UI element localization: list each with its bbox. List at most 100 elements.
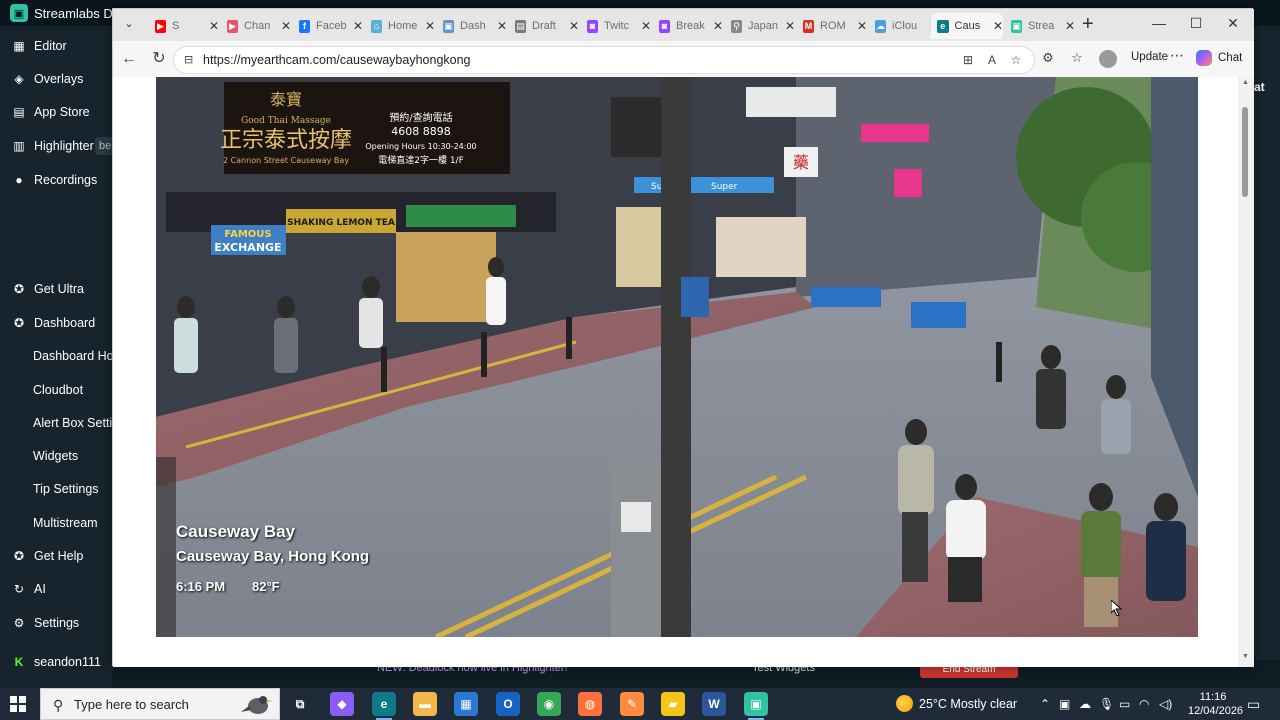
- browser-tab[interactable]: ☁iClou✕: [869, 13, 939, 39]
- webcam-video[interactable]: 泰寶 Good Thai Massage 正宗泰式按摩 2 Cannon Str…: [156, 77, 1198, 637]
- task-view-icon[interactable]: ⧉: [288, 692, 312, 716]
- copilot-chat-button[interactable]: Chat: [1196, 50, 1242, 66]
- sidebar-item-editor[interactable]: ▦ Editor: [0, 35, 112, 57]
- taskbar-search-box[interactable]: ⚲ Type here to search: [40, 688, 280, 720]
- microphone-icon[interactable]: 🎙: [1099, 697, 1114, 711]
- app-available-icon[interactable]: ⊞: [960, 53, 976, 69]
- copilot-icon[interactable]: ◆: [330, 692, 354, 716]
- scrollbar-thumb[interactable]: [1242, 107, 1248, 197]
- profile-avatar[interactable]: [1099, 50, 1117, 68]
- sidebar-item-label: Get Help: [34, 549, 84, 563]
- search-placeholder: Type here to search: [74, 697, 189, 712]
- favorites-icon[interactable]: ☆: [1068, 50, 1086, 68]
- tab-title: Faceb: [316, 20, 347, 32]
- search-highlight-bird-icon[interactable]: [241, 692, 275, 718]
- close-tab-icon[interactable]: ✕: [857, 19, 867, 33]
- sidebar-item-widgets[interactable]: Widgets: [0, 445, 112, 467]
- extensions-icon[interactable]: ⚙: [1039, 50, 1057, 68]
- more-options-icon[interactable]: ⋯: [1170, 47, 1184, 64]
- home-icon: ⌂: [371, 19, 383, 33]
- sidebar-item-multistream[interactable]: Multistream: [0, 512, 112, 534]
- battery-icon[interactable]: ▭: [1119, 697, 1130, 711]
- streamlabs-logo: ▣: [10, 4, 28, 22]
- browser-tab[interactable]: ▶ S ✕: [149, 13, 219, 39]
- browser-tab[interactable]: ▤ Draft ✕: [509, 13, 579, 39]
- firefox-icon[interactable]: ◍: [578, 692, 602, 716]
- tray-app-icon[interactable]: ▣: [1059, 697, 1070, 711]
- sidebar-item-tip-settings[interactable]: Tip Settings: [0, 478, 112, 500]
- file-explorer-icon[interactable]: ▬: [413, 692, 437, 716]
- close-window-button[interactable]: ✕: [1223, 15, 1243, 35]
- address-bar[interactable]: ⊟ https://myearthcam.com/causewaybayhong…: [173, 46, 1035, 74]
- sidebar-item-alert-box-settin[interactable]: Alert Box Settin: [0, 412, 112, 434]
- close-tab-icon[interactable]: ✕: [641, 19, 651, 33]
- sticky-notes-icon[interactable]: ▰: [661, 692, 685, 716]
- close-tab-icon[interactable]: ✕: [993, 19, 1003, 33]
- sidebar-item-seandon111[interactable]: Kseandon111: [0, 651, 112, 673]
- system-clock[interactable]: 11:16 12/04/2026: [1188, 690, 1243, 718]
- close-tab-icon[interactable]: ✕: [713, 19, 723, 33]
- browser-tab[interactable]: f Faceb ✕: [293, 13, 363, 39]
- close-tab-icon[interactable]: ✕: [785, 19, 795, 33]
- scroll-up-icon[interactable]: ▲: [1242, 79, 1249, 86]
- chrome-icon[interactable]: ◉: [537, 692, 561, 716]
- sidebar-item-recordings[interactable]: ● Recordings: [0, 169, 112, 191]
- close-tab-icon[interactable]: ✕: [281, 19, 291, 33]
- close-tab-icon[interactable]: ✕: [1065, 19, 1075, 33]
- minimize-button[interactable]: —: [1149, 15, 1169, 35]
- volume-icon[interactable]: ◁): [1159, 697, 1172, 711]
- sidebar-item-cloudbot[interactable]: Cloudbot: [0, 379, 112, 401]
- browser-tab[interactable]: ▣ Strea ✕: [1005, 13, 1075, 39]
- outlook-icon[interactable]: O: [496, 692, 520, 716]
- browser-tab[interactable]: ◙ Break ✕: [653, 13, 723, 39]
- read-aloud-icon[interactable]: A: [984, 53, 1000, 69]
- ms-store-icon[interactable]: ▦: [454, 692, 478, 716]
- mouse-cursor-icon: [1111, 600, 1123, 616]
- url-text[interactable]: https://myearthcam.com/causewaybayhongko…: [203, 53, 471, 67]
- favorite-star-icon[interactable]: ☆: [1008, 53, 1024, 69]
- browser-tab[interactable]: ⌂ Home ✕: [365, 13, 435, 39]
- sidebar-item-app-store[interactable]: ▤ App Store: [0, 101, 112, 123]
- edge-icon[interactable]: e: [372, 692, 396, 720]
- page-scrollbar[interactable]: ▲ ▼: [1238, 77, 1254, 667]
- close-tab-icon[interactable]: ✕: [497, 19, 507, 33]
- close-tab-icon[interactable]: ✕: [425, 19, 435, 33]
- browser-tab[interactable]: e Caus ✕: [931, 13, 1003, 39]
- site-info-icon[interactable]: ⊟: [184, 53, 198, 67]
- update-button[interactable]: Update: [1131, 51, 1168, 63]
- sidebar-item-dashboard-hom[interactable]: Dashboard Hom: [0, 345, 112, 367]
- sidebar-item-settings[interactable]: ⚙ Settings: [0, 612, 112, 634]
- word-icon[interactable]: W: [702, 692, 726, 716]
- close-tab-icon[interactable]: ✕: [353, 19, 363, 33]
- sidebar-item-dashboard[interactable]: ✪ Dashboard: [0, 312, 112, 334]
- new-tab-button[interactable]: +: [1082, 13, 1094, 36]
- sidebar-item-label: Overlays: [34, 72, 84, 86]
- sidebar-item-overlays[interactable]: ◈ Overlays: [0, 68, 112, 90]
- browser-tab[interactable]: ▣ Dash ✕: [437, 13, 507, 39]
- close-tab-icon[interactable]: ✕: [569, 19, 579, 33]
- browser-tab[interactable]: ▶ Chan ✕: [221, 13, 291, 39]
- onedrive-icon[interactable]: ☁: [1079, 697, 1091, 711]
- paint-icon[interactable]: ✎: [620, 692, 644, 716]
- maximize-button[interactable]: ☐: [1186, 15, 1206, 35]
- close-tab-icon[interactable]: ✕: [209, 19, 219, 33]
- scroll-down-icon[interactable]: ▼: [1242, 653, 1249, 660]
- browser-tab[interactable]: M ROM ✕: [797, 13, 867, 39]
- tab-actions-chevron-icon[interactable]: ⌄: [121, 17, 137, 33]
- sidebar-item-get-ultra[interactable]: ✪ Get Ultra: [0, 278, 112, 300]
- sidebar-item-ai[interactable]: ↻ AI: [0, 578, 112, 600]
- streamlabs-tab-icon: ▣: [1011, 19, 1023, 33]
- browser-tab[interactable]: ⚲ Japan ✕: [725, 13, 795, 39]
- show-hidden-icons-icon[interactable]: ⌃: [1040, 697, 1050, 711]
- back-button[interactable]: ←: [119, 49, 139, 69]
- tab-strip: ⌄ ▶ S ✕ ▶ Chan ✕ f Faceb ✕ ⌂ Home ✕ ▣ Dash ✕ ▤ Draft ✕ ◙ Tw…: [113, 9, 1254, 41]
- refresh-button[interactable]: ↻: [149, 49, 169, 69]
- notifications-icon[interactable]: ▭: [1247, 696, 1260, 713]
- sidebar-item-get-help[interactable]: ✪ Get Help: [0, 545, 112, 567]
- wifi-icon[interactable]: ◠: [1139, 697, 1149, 711]
- streamlabs-icon[interactable]: ▣: [744, 692, 768, 720]
- weather-widget[interactable]: 25°C Mostly clear: [896, 695, 1017, 712]
- windows-start-icon[interactable]: [10, 696, 26, 712]
- browser-tab[interactable]: ◙ Twitc ✕: [581, 13, 651, 39]
- gmail-icon: M: [803, 19, 815, 33]
